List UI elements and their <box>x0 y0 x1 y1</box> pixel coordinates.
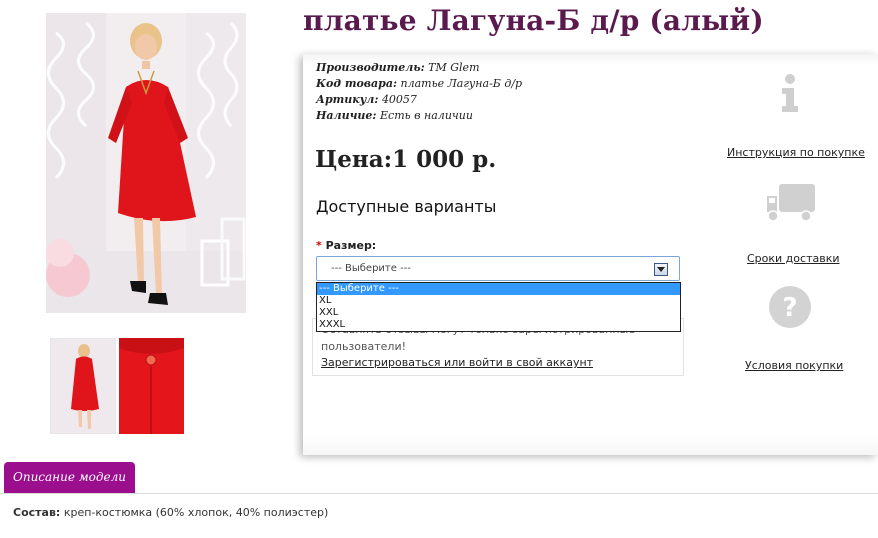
truck-icon[interactable] <box>766 182 816 228</box>
product-title: платье Лагуна-Б д/р (алый) <box>303 4 764 37</box>
size-label: * Размер: <box>316 239 377 252</box>
notice-line-2: пользователи! <box>321 340 407 353</box>
size-option[interactable]: XL <box>317 295 680 307</box>
thumbnail-fabric-detail[interactable] <box>119 338 184 434</box>
info-icon[interactable] <box>779 74 801 118</box>
size-dropdown-list[interactable]: --- Выберите --- XL XXL XXXL <box>316 282 681 332</box>
spec-availability: Наличие: Есть в наличии <box>316 109 473 122</box>
size-option[interactable]: --- Выберите --- <box>317 283 680 295</box>
chevron-down-icon[interactable] <box>654 263 668 276</box>
tab-model-description[interactable]: Описание модели <box>4 462 135 493</box>
spec-manufacturer: Производитель: ТМ Glem <box>316 61 480 74</box>
required-mark: * <box>316 239 322 252</box>
size-option[interactable]: XXXL <box>317 319 680 331</box>
thumbnail-back-view[interactable] <box>50 338 116 434</box>
size-option[interactable]: XXL <box>317 307 680 319</box>
purchase-instructions-link[interactable]: Инструкция по покупке <box>727 146 865 159</box>
size-select[interactable]: --- Выберите --- <box>316 256 680 281</box>
spec-product-code: Код товара: платье Лагуна-Б д/р <box>316 77 523 90</box>
product-main-photo[interactable] <box>46 13 246 313</box>
spec-article: Артикул: 40057 <box>316 93 417 106</box>
composition-text: Состав: креп-костюмка (60% хлопок, 40% п… <box>13 506 329 519</box>
register-login-link[interactable]: Зарегистрироваться или войти в свой акка… <box>321 356 593 369</box>
tab-divider <box>0 493 878 494</box>
svg-text:?: ? <box>782 293 797 323</box>
purchase-terms-link[interactable]: Условия покупки <box>745 359 843 372</box>
delivery-terms-link[interactable]: Сроки доставки <box>747 252 840 265</box>
question-icon[interactable]: ? <box>768 285 812 333</box>
variants-heading: Доступные варианты <box>316 197 497 216</box>
product-price: Цена:1 000 р. <box>315 146 497 173</box>
product-specs: Производитель: ТМ Glem Код товара: плать… <box>316 60 522 124</box>
size-select-value: --- Выберите --- <box>331 263 411 274</box>
